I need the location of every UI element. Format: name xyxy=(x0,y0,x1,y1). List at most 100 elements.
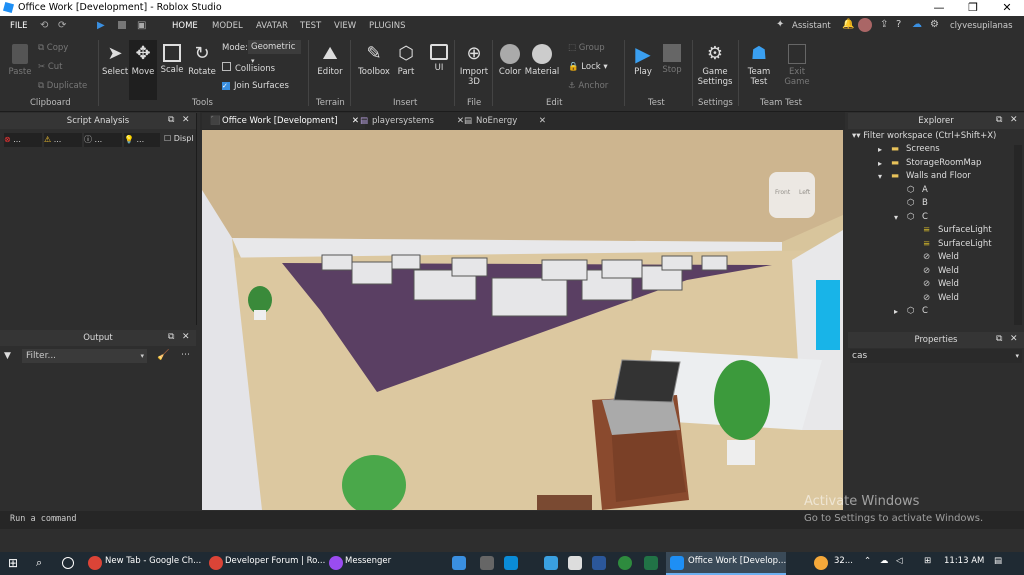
tree-item[interactable]: ≡ SurfaceLight xyxy=(848,224,1016,237)
taskbar-roblox-studio[interactable]: Office Work [Develop... xyxy=(688,556,786,566)
import-3d-button[interactable]: ⊕ Import 3D xyxy=(458,44,490,88)
move-button[interactable]: ✥ Move xyxy=(129,40,157,100)
info-filter[interactable]: ⓘ ... xyxy=(84,133,122,147)
ui-button[interactable]: UI xyxy=(427,44,451,73)
float-panel-icon[interactable]: ⧉ xyxy=(996,115,1002,125)
game-settings-button[interactable]: ⚙ Game Settings xyxy=(697,44,733,88)
assistant-icon[interactable]: ✦ xyxy=(776,19,784,30)
app-green-icon[interactable] xyxy=(618,556,632,570)
tab-playersystems[interactable]: ▤ playersystems ✕ xyxy=(352,113,464,129)
part-button[interactable]: ⬡ Part xyxy=(394,44,418,78)
network-icon[interactable]: ☁ xyxy=(880,556,889,566)
close-panel-icon[interactable]: ✕ xyxy=(182,115,190,125)
tree-item[interactable]: ▾ ⬡ C xyxy=(848,211,1016,224)
properties-search-input[interactable]: cas ▾ xyxy=(850,349,1022,363)
username[interactable]: clyvesupilanas xyxy=(950,21,1013,31)
play-quick-icon[interactable]: ▶ xyxy=(97,20,105,31)
lock-button[interactable]: 🔒 Lock ▾ xyxy=(568,62,608,72)
collisions-checkbox[interactable]: Collisions xyxy=(222,62,275,74)
close-tab-icon[interactable]: ✕ xyxy=(539,113,546,129)
undo-icon[interactable]: ⟲ xyxy=(40,20,48,31)
help-icon[interactable]: ? xyxy=(896,19,901,30)
scale-button[interactable]: Scale xyxy=(160,44,184,75)
tab-noenergy[interactable]: ▤ NoEnergy ✕ xyxy=(456,113,546,129)
view-cube-left[interactable]: Left xyxy=(799,189,810,196)
filter-icon[interactable]: ▼ xyxy=(4,351,11,361)
taskbar-developer-forum[interactable]: Developer Forum | Ro... xyxy=(225,556,325,566)
weather-text[interactable]: 32... xyxy=(834,556,853,566)
maximize-button[interactable]: ❐ xyxy=(956,0,990,16)
view-cube-front[interactable]: Front xyxy=(775,189,790,196)
close-button[interactable]: ✕ xyxy=(990,0,1024,16)
taskbar-messenger[interactable]: Messenger xyxy=(345,556,391,566)
notification-icon[interactable]: 🔔 xyxy=(842,19,854,30)
color-button[interactable]: Color xyxy=(497,44,523,77)
tree-item[interactable]: ▸ ▬ StorageRoomMap xyxy=(848,157,1016,170)
app-icon[interactable] xyxy=(544,556,558,570)
tab-test[interactable]: TEST xyxy=(300,21,321,31)
tree-expand-icon[interactable]: ▸ xyxy=(894,305,898,318)
tab-plugins[interactable]: PLUGINS xyxy=(369,21,406,31)
chevron-up-icon[interactable]: ⌃ xyxy=(864,556,871,566)
avatar[interactable] xyxy=(858,18,872,32)
close-panel-icon[interactable]: ✕ xyxy=(1010,115,1018,125)
tree-item[interactable]: ▸ ▬ Screens xyxy=(848,143,1016,156)
tree-item[interactable]: ⊘ Weld xyxy=(848,265,1016,278)
speaker-icon[interactable]: ◁ xyxy=(896,556,903,566)
hints-filter[interactable]: 💡 ... xyxy=(124,133,160,147)
minimize-button[interactable]: — xyxy=(922,0,956,16)
assistant-button[interactable]: Assistant xyxy=(792,21,831,31)
close-panel-icon[interactable]: ✕ xyxy=(182,332,190,342)
share-icon[interactable]: ⇪ xyxy=(880,19,888,30)
tree-item[interactable]: ⊘ Weld xyxy=(848,292,1016,305)
tree-item[interactable]: ≡ SurfaceLight xyxy=(848,238,1016,251)
settings-icon[interactable]: ⚙ xyxy=(930,19,939,30)
float-panel-icon[interactable]: ⧉ xyxy=(996,334,1002,344)
tree-item[interactable]: ⬡ A xyxy=(848,184,1016,197)
roblox-icon[interactable] xyxy=(568,556,582,570)
group-button[interactable]: ⬚ Group xyxy=(568,43,605,53)
exit-game-button[interactable]: Exit Game xyxy=(782,44,812,87)
clear-output-icon[interactable]: 🧹 xyxy=(157,350,169,361)
notifications-icon[interactable]: ▤ xyxy=(994,556,1002,566)
paste-button[interactable]: Paste xyxy=(6,44,34,77)
duplicate-button[interactable]: ⧉ Duplicate xyxy=(38,81,87,91)
more-options-icon[interactable]: ⋯ xyxy=(181,350,190,360)
language-icon[interactable]: ⊞ xyxy=(924,556,931,566)
tab-avatar[interactable]: AVATAR xyxy=(256,21,288,31)
float-panel-icon[interactable]: ⧉ xyxy=(168,332,174,342)
mode-dropdown[interactable]: Geometric ▾ xyxy=(248,40,301,65)
cut-button[interactable]: ✂ Cut xyxy=(38,62,62,72)
explorer-filter-input[interactable]: ▾▾ Filter workspace (Ctrl+Shift+X) xyxy=(852,131,996,141)
windows-start-icon[interactable]: ⊞ xyxy=(8,556,18,570)
window-quick-icon[interactable]: ▣ xyxy=(137,20,146,31)
view-cube[interactable]: Front Left xyxy=(769,172,815,218)
search-icon[interactable]: ⌕ xyxy=(36,556,42,570)
stop-quick-icon[interactable] xyxy=(118,21,126,29)
tab-model[interactable]: MODEL xyxy=(212,21,243,31)
display-checkbox[interactable]: ☐ Displ xyxy=(164,134,194,143)
cloud-icon[interactable]: ☁ xyxy=(912,19,922,30)
terrain-editor-button[interactable]: ⛰ Editor xyxy=(316,44,344,78)
select-button[interactable]: ➤ Select xyxy=(102,44,128,78)
toolbox-button[interactable]: ✎ Toolbox xyxy=(356,44,392,78)
file-explorer-icon[interactable] xyxy=(452,556,466,570)
tab-office-work[interactable]: ⬛ Office Work [Development] ✕ xyxy=(202,113,365,129)
tab-view[interactable]: VIEW xyxy=(334,21,356,31)
tree-expand-icon[interactable]: ▾ xyxy=(894,211,898,224)
task-view-icon[interactable] xyxy=(62,557,74,569)
redo-icon[interactable]: ⟳ xyxy=(58,20,66,31)
copy-button[interactable]: ⧉ Copy xyxy=(38,43,68,53)
tree-item[interactable]: ⊘ Weld xyxy=(848,278,1016,291)
excel-icon[interactable] xyxy=(644,556,658,570)
taskbar-chrome-newtab[interactable]: New Tab - Google Ch... xyxy=(105,556,201,566)
errors-filter[interactable]: ⊗ ... xyxy=(4,133,42,147)
tree-item[interactable]: ⬡ B xyxy=(848,197,1016,210)
file-menu[interactable]: FILE xyxy=(10,21,28,31)
tree-item[interactable]: ▸ ⬡ C xyxy=(848,305,1016,318)
warnings-filter[interactable]: ⚠ ... xyxy=(44,133,82,147)
rotate-button[interactable]: ↻ Rotate xyxy=(188,44,216,78)
clock[interactable]: 11:13 AM xyxy=(944,556,984,566)
command-input[interactable]: Run a command xyxy=(10,514,77,524)
tree-expand-icon[interactable]: ▸ xyxy=(878,157,882,170)
